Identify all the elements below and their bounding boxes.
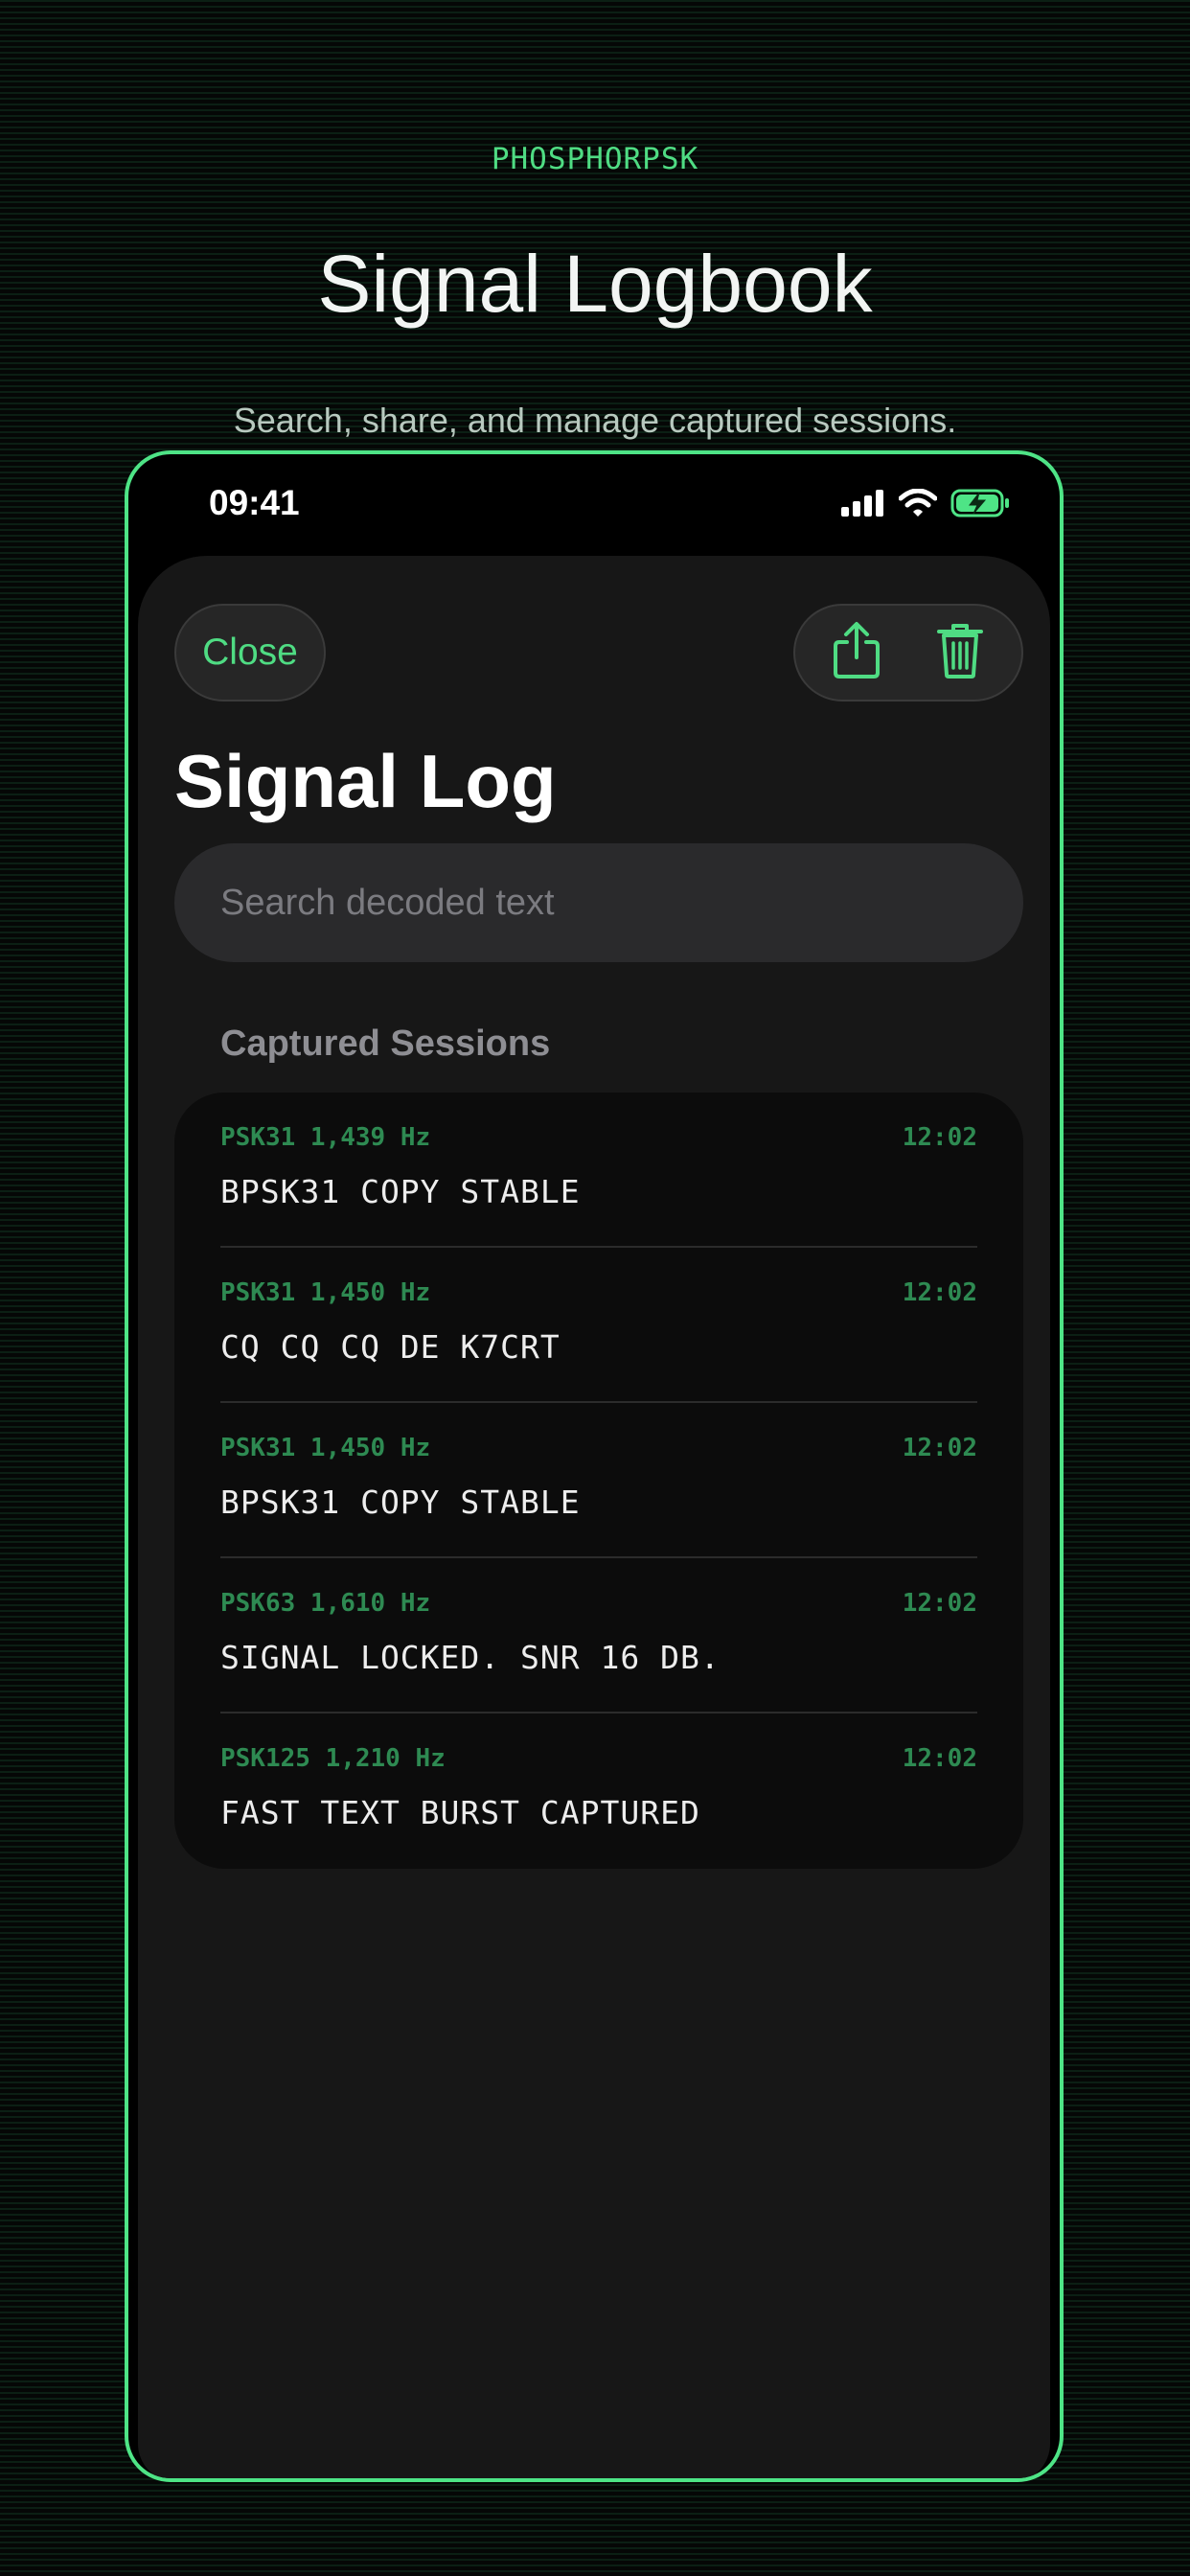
session-row[interactable]: PSK63 1,610 Hz 12:02 SIGNAL LOCKED. SNR … xyxy=(220,1558,977,1714)
sessions-list: PSK31 1,439 Hz 12:02 BPSK31 COPY STABLE … xyxy=(174,1092,1023,1869)
promo-subhead: Search, share, and manage captured sessi… xyxy=(233,401,957,440)
brand-label: PHOSPHORPSK xyxy=(491,142,699,176)
session-text: FAST TEXT BURST CAPTURED xyxy=(220,1794,700,1831)
status-icons xyxy=(841,488,1010,522)
trash-icon xyxy=(936,622,984,684)
session-meta: PSK31 1,450 Hz xyxy=(220,1278,431,1307)
promo-headline: Signal Logbook xyxy=(317,239,873,329)
session-meta: PSK31 1,439 Hz xyxy=(220,1123,431,1152)
section-header: Captured Sessions xyxy=(220,1024,551,1064)
session-time: 12:02 xyxy=(902,1123,977,1152)
phone-frame: 09:41 Close Signal Log Search decoded te… xyxy=(125,450,1064,2482)
session-meta: PSK63 1,610 Hz xyxy=(220,1589,431,1618)
session-time: 12:02 xyxy=(902,1744,977,1773)
session-row[interactable]: PSK31 1,450 Hz 12:02 CQ CQ CQ DE K7CRT xyxy=(220,1248,977,1403)
share-icon xyxy=(832,621,881,685)
session-text: SIGNAL LOCKED. SNR 16 DB. xyxy=(220,1639,721,1676)
wifi-icon xyxy=(898,488,938,522)
sheet-title: Signal Log xyxy=(174,739,557,823)
delete-button[interactable] xyxy=(929,618,991,687)
session-text: CQ CQ CQ DE K7CRT xyxy=(220,1328,561,1366)
session-time: 12:02 xyxy=(902,1278,977,1307)
share-button[interactable] xyxy=(826,618,887,687)
session-meta: PSK31 1,450 Hz xyxy=(220,1434,431,1462)
session-row[interactable]: PSK125 1,210 Hz 12:02 FAST TEXT BURST CA… xyxy=(220,1714,977,1869)
close-button[interactable]: Close xyxy=(174,604,326,702)
session-row[interactable]: PSK31 1,450 Hz 12:02 BPSK31 COPY STABLE xyxy=(220,1403,977,1558)
cellular-signal-icon xyxy=(841,490,885,521)
session-time: 12:02 xyxy=(902,1589,977,1618)
search-input[interactable] xyxy=(174,843,1023,962)
action-button-group xyxy=(793,604,1023,702)
battery-charging-icon xyxy=(950,489,1010,522)
signal-log-sheet: Close Signal Log Search decoded text Cap… xyxy=(138,556,1050,2478)
session-text: BPSK31 COPY STABLE xyxy=(220,1173,581,1210)
session-time: 12:02 xyxy=(902,1434,977,1462)
session-row[interactable]: PSK31 1,439 Hz 12:02 BPSK31 COPY STABLE xyxy=(220,1092,977,1248)
session-text: BPSK31 COPY STABLE xyxy=(220,1484,581,1521)
session-meta: PSK125 1,210 Hz xyxy=(220,1744,446,1773)
status-time: 09:41 xyxy=(209,483,300,522)
